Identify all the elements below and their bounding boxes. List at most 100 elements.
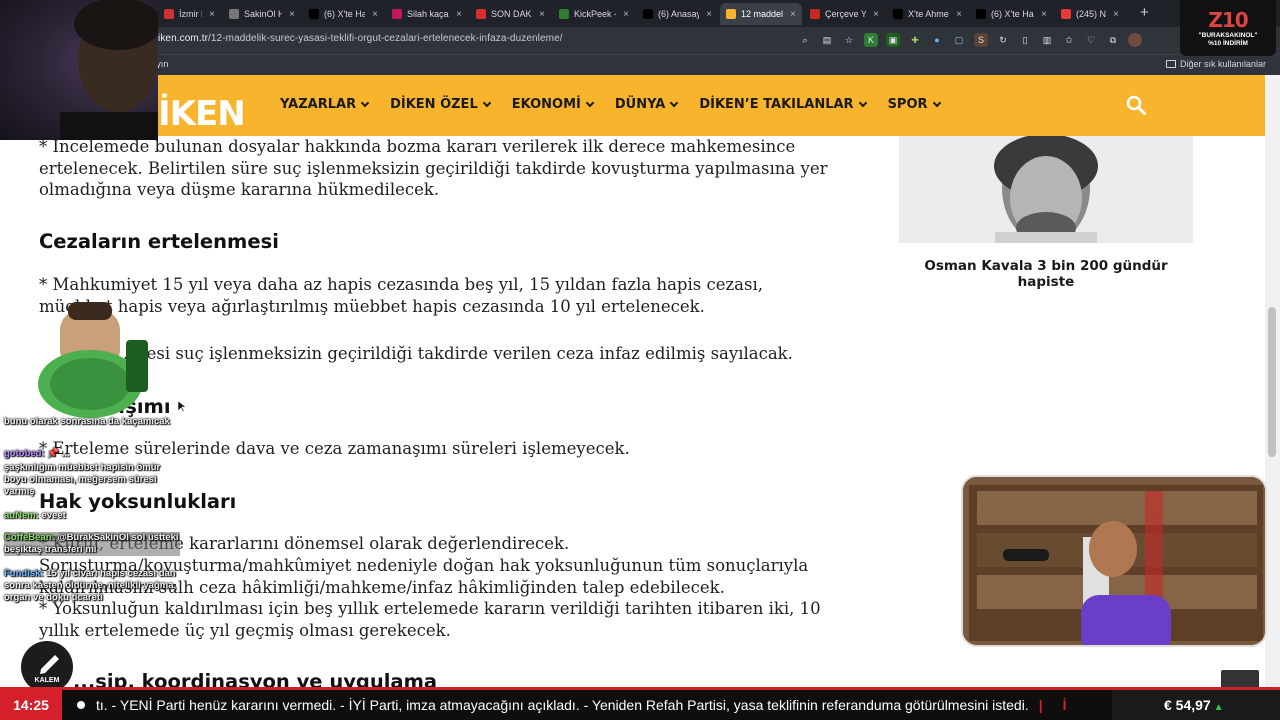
browser-tab[interactable]: (6) X'te Hal × xyxy=(303,3,384,25)
bookmark-other-favorites[interactable]: Diğer sık kullanılanlar xyxy=(1165,59,1266,69)
chat-message: auNem: eveet xyxy=(4,510,180,522)
tab-close-icon[interactable]: × xyxy=(956,9,962,20)
browser-tab[interactable]: İzmir Büyükş × xyxy=(158,3,221,25)
tab-favicon-icon xyxy=(643,9,653,19)
up-arrow-icon: ▲ xyxy=(1213,702,1224,713)
nav-item-label: DİKEN’E TAKILANLAR xyxy=(699,97,854,112)
browser-tab[interactable]: 12 maddelik × xyxy=(720,3,802,25)
sticker-image xyxy=(38,302,148,418)
mouse-cursor-icon xyxy=(178,401,186,413)
browser-tab[interactable]: Silah kaçakç × xyxy=(386,3,468,25)
heart-icon[interactable]: ♡ xyxy=(1084,33,1098,47)
layout-icon[interactable]: ▥ xyxy=(1040,33,1054,47)
sync-icon[interactable]: ↻ xyxy=(996,33,1010,47)
translate-icon[interactable]: ▢ xyxy=(952,33,966,47)
zoom-icon[interactable]: ⌕ xyxy=(798,33,812,47)
tab-title: SON DAKİKA xyxy=(491,9,532,19)
article-paragraph: * İncelemede bulunan dosyalar hakkında b… xyxy=(39,137,828,199)
browser-tab[interactable]: KickPeek - R × xyxy=(553,3,635,25)
nav-item[interactable]: EKONOMİ xyxy=(512,97,595,112)
address-bar[interactable]: iken.com.tr/12-maddelik-surec-yasasi-tek… xyxy=(0,27,1280,54)
star-icon[interactable]: ☆ xyxy=(842,33,856,47)
extension-icon-blue[interactable]: ● xyxy=(930,33,944,47)
streamer-scene xyxy=(963,477,1265,645)
search-icon[interactable] xyxy=(1126,95,1146,115)
extension-toolbar: ⌕ ▤ ☆ K ▣ ✚ ● ▢ S ↻ ▯ ▥ ✩ ♡ ⧉ xyxy=(798,33,1142,47)
page-scrollbar[interactable] xyxy=(1265,75,1280,687)
browser-tab[interactable]: (6) Anasayfa × xyxy=(637,3,718,25)
browser-tab[interactable]: SakinOl Hab × xyxy=(223,3,301,25)
browser-tab[interactable]: SON DAKİKA × xyxy=(470,3,551,25)
profile-avatar[interactable] xyxy=(1128,33,1142,47)
nav-item-label: SPOR xyxy=(887,97,928,112)
chat-text: eveet xyxy=(41,510,66,521)
tab-favicon-icon xyxy=(976,9,986,19)
article-paragraph: * Yoksunluğun kaldırılması için beş yıll… xyxy=(39,599,821,640)
chat-text: 📌 ... xyxy=(47,448,70,459)
sidebar-photo[interactable] xyxy=(899,136,1193,243)
browser-tab[interactable]: (245) N × xyxy=(1055,3,1133,25)
article-paragraph: * Mahkumiyet 15 yıl veya daha az hapis c… xyxy=(39,275,763,316)
tab-close-icon[interactable]: × xyxy=(873,9,879,20)
browser-tab[interactable]: Çerçeve Yasa × xyxy=(804,3,885,25)
nav-item[interactable]: DİKEN’E TAKILANLAR xyxy=(699,97,867,112)
tab-title: KickPeek - R xyxy=(574,9,616,19)
live-dot-icon xyxy=(77,701,85,709)
extension-icon-s[interactable]: S xyxy=(974,33,988,47)
tab-favicon-icon xyxy=(309,9,319,19)
nav-item[interactable]: YAZARLAR xyxy=(280,97,370,112)
tab-close-icon[interactable]: × xyxy=(623,9,629,20)
kick-extension-icon[interactable]: K xyxy=(864,33,878,47)
reader-icon[interactable]: ▤ xyxy=(820,33,834,47)
scrollbar-thumb[interactable] xyxy=(1268,307,1276,457)
kalem-button[interactable]: KALEM xyxy=(21,641,73,693)
tab-title: İzmir Büyükş xyxy=(179,9,202,19)
browser-tab[interactable]: X'te Ahmet Y × xyxy=(887,3,968,25)
tab-close-icon[interactable]: × xyxy=(706,9,712,20)
tab-title: (245) N xyxy=(1076,9,1107,19)
new-tab-button[interactable]: + xyxy=(1140,4,1149,21)
back-to-top-button[interactable] xyxy=(1221,670,1259,687)
tab-close-icon[interactable]: × xyxy=(539,9,545,20)
browser-tab[interactable]: (6) X'te Habe × xyxy=(970,3,1053,25)
chat-message: Fundisk: 15 yıl civarı hapis cezası dan … xyxy=(4,568,180,604)
clock: 14:25 xyxy=(0,690,62,720)
site-logo[interactable]: İKEN xyxy=(158,97,246,131)
tab-close-icon[interactable]: × xyxy=(1041,9,1047,20)
tab-close-icon[interactable]: × xyxy=(456,9,462,20)
favorites-icon[interactable]: ✩ xyxy=(1062,33,1076,47)
sidebar-news-title[interactable]: Osman Kavala 3 bin 200 gündür hapiste xyxy=(899,258,1193,290)
sponsor-line: %10 İNDİRİM xyxy=(1208,40,1248,47)
url-path: /12-maddelik-surec-yasasi-teklifi-orgut-… xyxy=(208,33,563,44)
ticker-text: tı. - YENİ Parti henüz kararını vermedi.… xyxy=(96,690,1112,720)
chevron-down-icon xyxy=(360,98,370,107)
url-domain: iken.com.tr xyxy=(158,33,209,44)
nav-item[interactable]: DİKEN ÖZEL xyxy=(390,97,491,112)
chevron-down-icon xyxy=(858,98,867,107)
tab-title: (6) X'te Hal xyxy=(324,9,366,19)
nav-item-label: YAZARLAR xyxy=(280,97,357,112)
tab-favicon-icon xyxy=(392,9,402,19)
tab-favicon-icon xyxy=(559,9,569,19)
nav-item[interactable]: DÜNYA xyxy=(615,97,679,112)
tab-close-icon[interactable]: × xyxy=(790,9,796,20)
ticker-separator: | xyxy=(1038,697,1043,713)
url-field[interactable]: iken.com.tr/12-maddelik-surec-yasasi-tek… xyxy=(158,33,563,44)
chat-username: gotobed: xyxy=(4,448,45,459)
tab-favicon-icon xyxy=(229,9,239,19)
split-view-icon[interactable]: ▯ xyxy=(1018,33,1032,47)
tab-favicon-icon xyxy=(476,9,486,19)
person-silhouette xyxy=(60,0,158,140)
market-ticker: € 54,97 ▲ xyxy=(1112,690,1280,720)
tab-close-icon[interactable]: × xyxy=(1113,9,1119,20)
tab-close-icon[interactable]: × xyxy=(289,9,295,20)
extension-icon-cross[interactable]: ✚ xyxy=(908,33,922,47)
tab-close-icon[interactable]: × xyxy=(372,9,378,20)
tab-close-icon[interactable]: × xyxy=(209,9,215,20)
extension-icon-green[interactable]: ▣ xyxy=(886,33,900,47)
main-nav: YAZARLAR DİKEN ÖZEL EKONOMİ DÜNYA DİKEN’E TA… xyxy=(280,97,941,112)
collections-icon[interactable]: ⧉ xyxy=(1106,33,1120,47)
site-header: İKEN YAZARLAR DİKEN ÖZEL EKONOMİ DÜNYA DİKEN… xyxy=(0,75,1265,136)
ticker-separator: İ xyxy=(1062,697,1067,713)
nav-item[interactable]: SPOR xyxy=(887,97,941,112)
